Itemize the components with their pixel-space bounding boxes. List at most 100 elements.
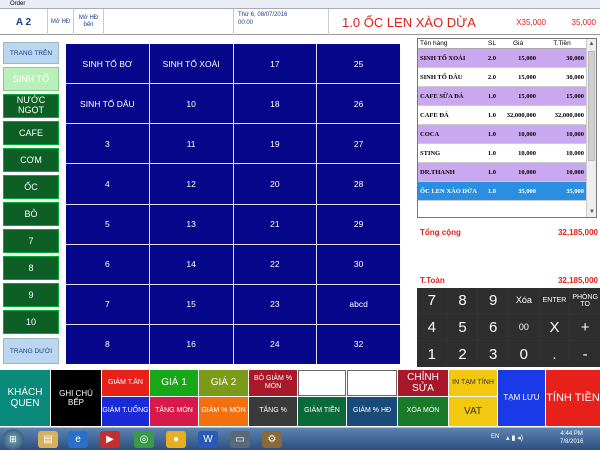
cash-discount-button[interactable]: GIẢM TIỀN [298,397,346,426]
menu-item-button[interactable]: 21 [233,204,317,244]
category-8[interactable]: 8 [3,256,59,280]
category-nuoc-ngot[interactable]: NƯỚC NGỌT [3,94,59,118]
category-10[interactable]: 10 [3,310,59,334]
menu-item-button[interactable]: 12 [149,164,233,204]
menu-item-button[interactable]: 11 [149,124,233,164]
category-7[interactable]: 7 [3,229,59,253]
keypad-key[interactable]: 3 [478,341,508,367]
keypad-key[interactable]: - [570,341,600,367]
menu-item-button[interactable]: SINH TỐ DÂU [66,84,149,124]
media-player-icon[interactable]: ▶ [100,431,120,448]
keypad-key[interactable]: ENTER [539,288,570,314]
menu-item-button[interactable]: 22 [233,244,317,284]
menu-item-button[interactable]: 8 [66,324,149,364]
regular-customer-button[interactable]: KHÁCH QUEN [0,370,50,426]
keypad-key[interactable]: + [570,314,600,341]
order-list-scrollbar[interactable]: ▲ ▼ [586,39,596,217]
keypad-key[interactable]: Xóa [508,288,539,314]
menu-item-button[interactable]: 14 [149,244,233,284]
drink-discount-button[interactable]: GIẢM T.UỐNG [102,397,149,426]
keypad-key[interactable]: 5 [447,314,478,341]
keypad-key[interactable]: 6 [478,314,508,341]
menu-item-button[interactable]: 25 [317,44,400,84]
menu-item-button[interactable]: 18 [233,84,317,124]
keypad-key[interactable]: 4 [417,314,447,341]
scroll-down-icon[interactable]: ▼ [587,207,597,217]
menu-item-button[interactable]: 28 [317,164,400,204]
menu-item-button[interactable]: 24 [233,324,317,364]
menu-item-button[interactable]: 10 [149,84,233,124]
file-explorer-icon[interactable]: ▤ [38,431,58,448]
order-row[interactable]: DR.THANH 1.0 10,000 10,000 [418,163,596,182]
menu-item-button[interactable]: 20 [233,164,317,204]
menu-item-button[interactable]: 5 [66,204,149,244]
menu-item-button[interactable]: 13 [149,204,233,244]
menu-item-button[interactable]: 7 [66,284,149,324]
menu-item-button[interactable]: 16 [149,324,233,364]
page-up-button[interactable]: TRANG TRÊN [3,42,59,64]
menu-item-button[interactable]: 30 [317,244,400,284]
scroll-thumb[interactable] [588,51,595,161]
keypad-key[interactable]: 1 [417,341,447,367]
pos-app-icon[interactable]: ◎ [134,431,154,448]
open-bill-button[interactable]: Mở HĐ [48,9,74,35]
scroll-up-icon[interactable]: ▲ [587,39,596,49]
start-button-icon[interactable]: ⊞ [2,429,24,450]
chrome-icon[interactable]: ● [166,431,186,448]
checkout-button[interactable]: TÍNH TIỀN [546,370,600,426]
food-discount-button[interactable]: GIẢM T.ĂN [102,370,149,396]
language-indicator[interactable]: EN [491,434,499,440]
remove-item-discount-button[interactable]: BỎ GIẢM % MÓN [249,370,297,396]
menu-item-button[interactable]: 32 [317,324,400,364]
menu-item-button[interactable]: 15 [149,284,233,324]
menu-item-button[interactable]: 23 [233,284,317,324]
kitchen-note-button[interactable]: GHI CHÚ BẾP [51,370,101,426]
keypad-key[interactable]: 7 [417,288,447,314]
menu-item-button[interactable]: 3 [66,124,149,164]
price-1-button[interactable]: GIÁ 1 [150,370,198,396]
bill-percent-discount-button[interactable]: GIẢM % HĐ [347,397,397,426]
vat-button[interactable]: VAT [449,397,497,426]
keypad-key[interactable]: 9 [478,288,508,314]
word-icon[interactable]: W [198,431,218,448]
menu-item-button[interactable]: 17 [233,44,317,84]
keypad-key[interactable]: 2 [447,341,478,367]
menu-item-button[interactable]: abcd [317,284,400,324]
keypad-key[interactable]: 8 [447,288,478,314]
order-row[interactable]: SINH TỐ XOÀI 2.0 15,000 30,000 [418,49,596,68]
add-item-button[interactable]: TĂNG MÓN [150,397,198,426]
order-row[interactable]: COCA 1.0 10,000 10,000 [418,125,596,144]
item-percent-discount-button[interactable]: GIẢM % MÓN [199,397,248,426]
order-row[interactable]: STING 1.0 10,000 10,000 [418,144,596,163]
menu-item-button[interactable]: 26 [317,84,400,124]
category-com[interactable]: CƠM [3,148,59,172]
menu-item-button[interactable]: 27 [317,124,400,164]
keypad-key[interactable]: X [539,314,570,341]
keypad-key[interactable]: PHÒNG TO [570,288,600,314]
open-bill-ben-button[interactable]: Mở HĐ bến [74,9,104,35]
tray-icons[interactable]: ▴ ▮ ◂) [506,434,523,442]
print-temp-bill-button[interactable]: IN TẠM TÍNH [449,370,497,396]
increase-percent-button[interactable]: TĂNG % [249,397,297,426]
save-temp-button[interactable]: TẠM LƯU [498,370,545,426]
delete-item-button[interactable]: XÓA MÓN [398,397,448,426]
category-cafe[interactable]: CAFE [3,121,59,145]
category-oc[interactable]: ỐC [3,175,59,199]
window-app-icon[interactable]: ▭ [230,431,250,448]
keypad-key[interactable]: 00 [508,314,539,341]
edit-button[interactable]: CHỈNH SỬA [398,370,448,396]
order-row[interactable]: CAFE SỮA ĐÁ 1.0 15,000 15,000 [418,87,596,106]
menu-item-button[interactable]: SINH TỐ XOÀI [149,44,233,84]
category-9[interactable]: 9 [3,283,59,307]
menu-item-button[interactable]: 4 [66,164,149,204]
keypad-key[interactable]: . [539,341,570,367]
price-2-button[interactable]: GIÁ 2 [199,370,248,396]
menu-item-button[interactable]: 19 [233,124,317,164]
order-row[interactable]: CAFE ĐÁ 1.0 32,000,000 32,000,000 [418,106,596,125]
order-row[interactable]: ỐC LEN XÀO DỪA 1.0 35,000 35,000 [418,182,596,201]
blank-button-2[interactable] [347,370,397,396]
page-down-button[interactable]: TRANG DƯỚI [3,338,59,364]
blank-button-1[interactable] [298,370,346,396]
category-bo[interactable]: BÒ [3,202,59,226]
table-label[interactable]: A 2 [0,9,48,35]
